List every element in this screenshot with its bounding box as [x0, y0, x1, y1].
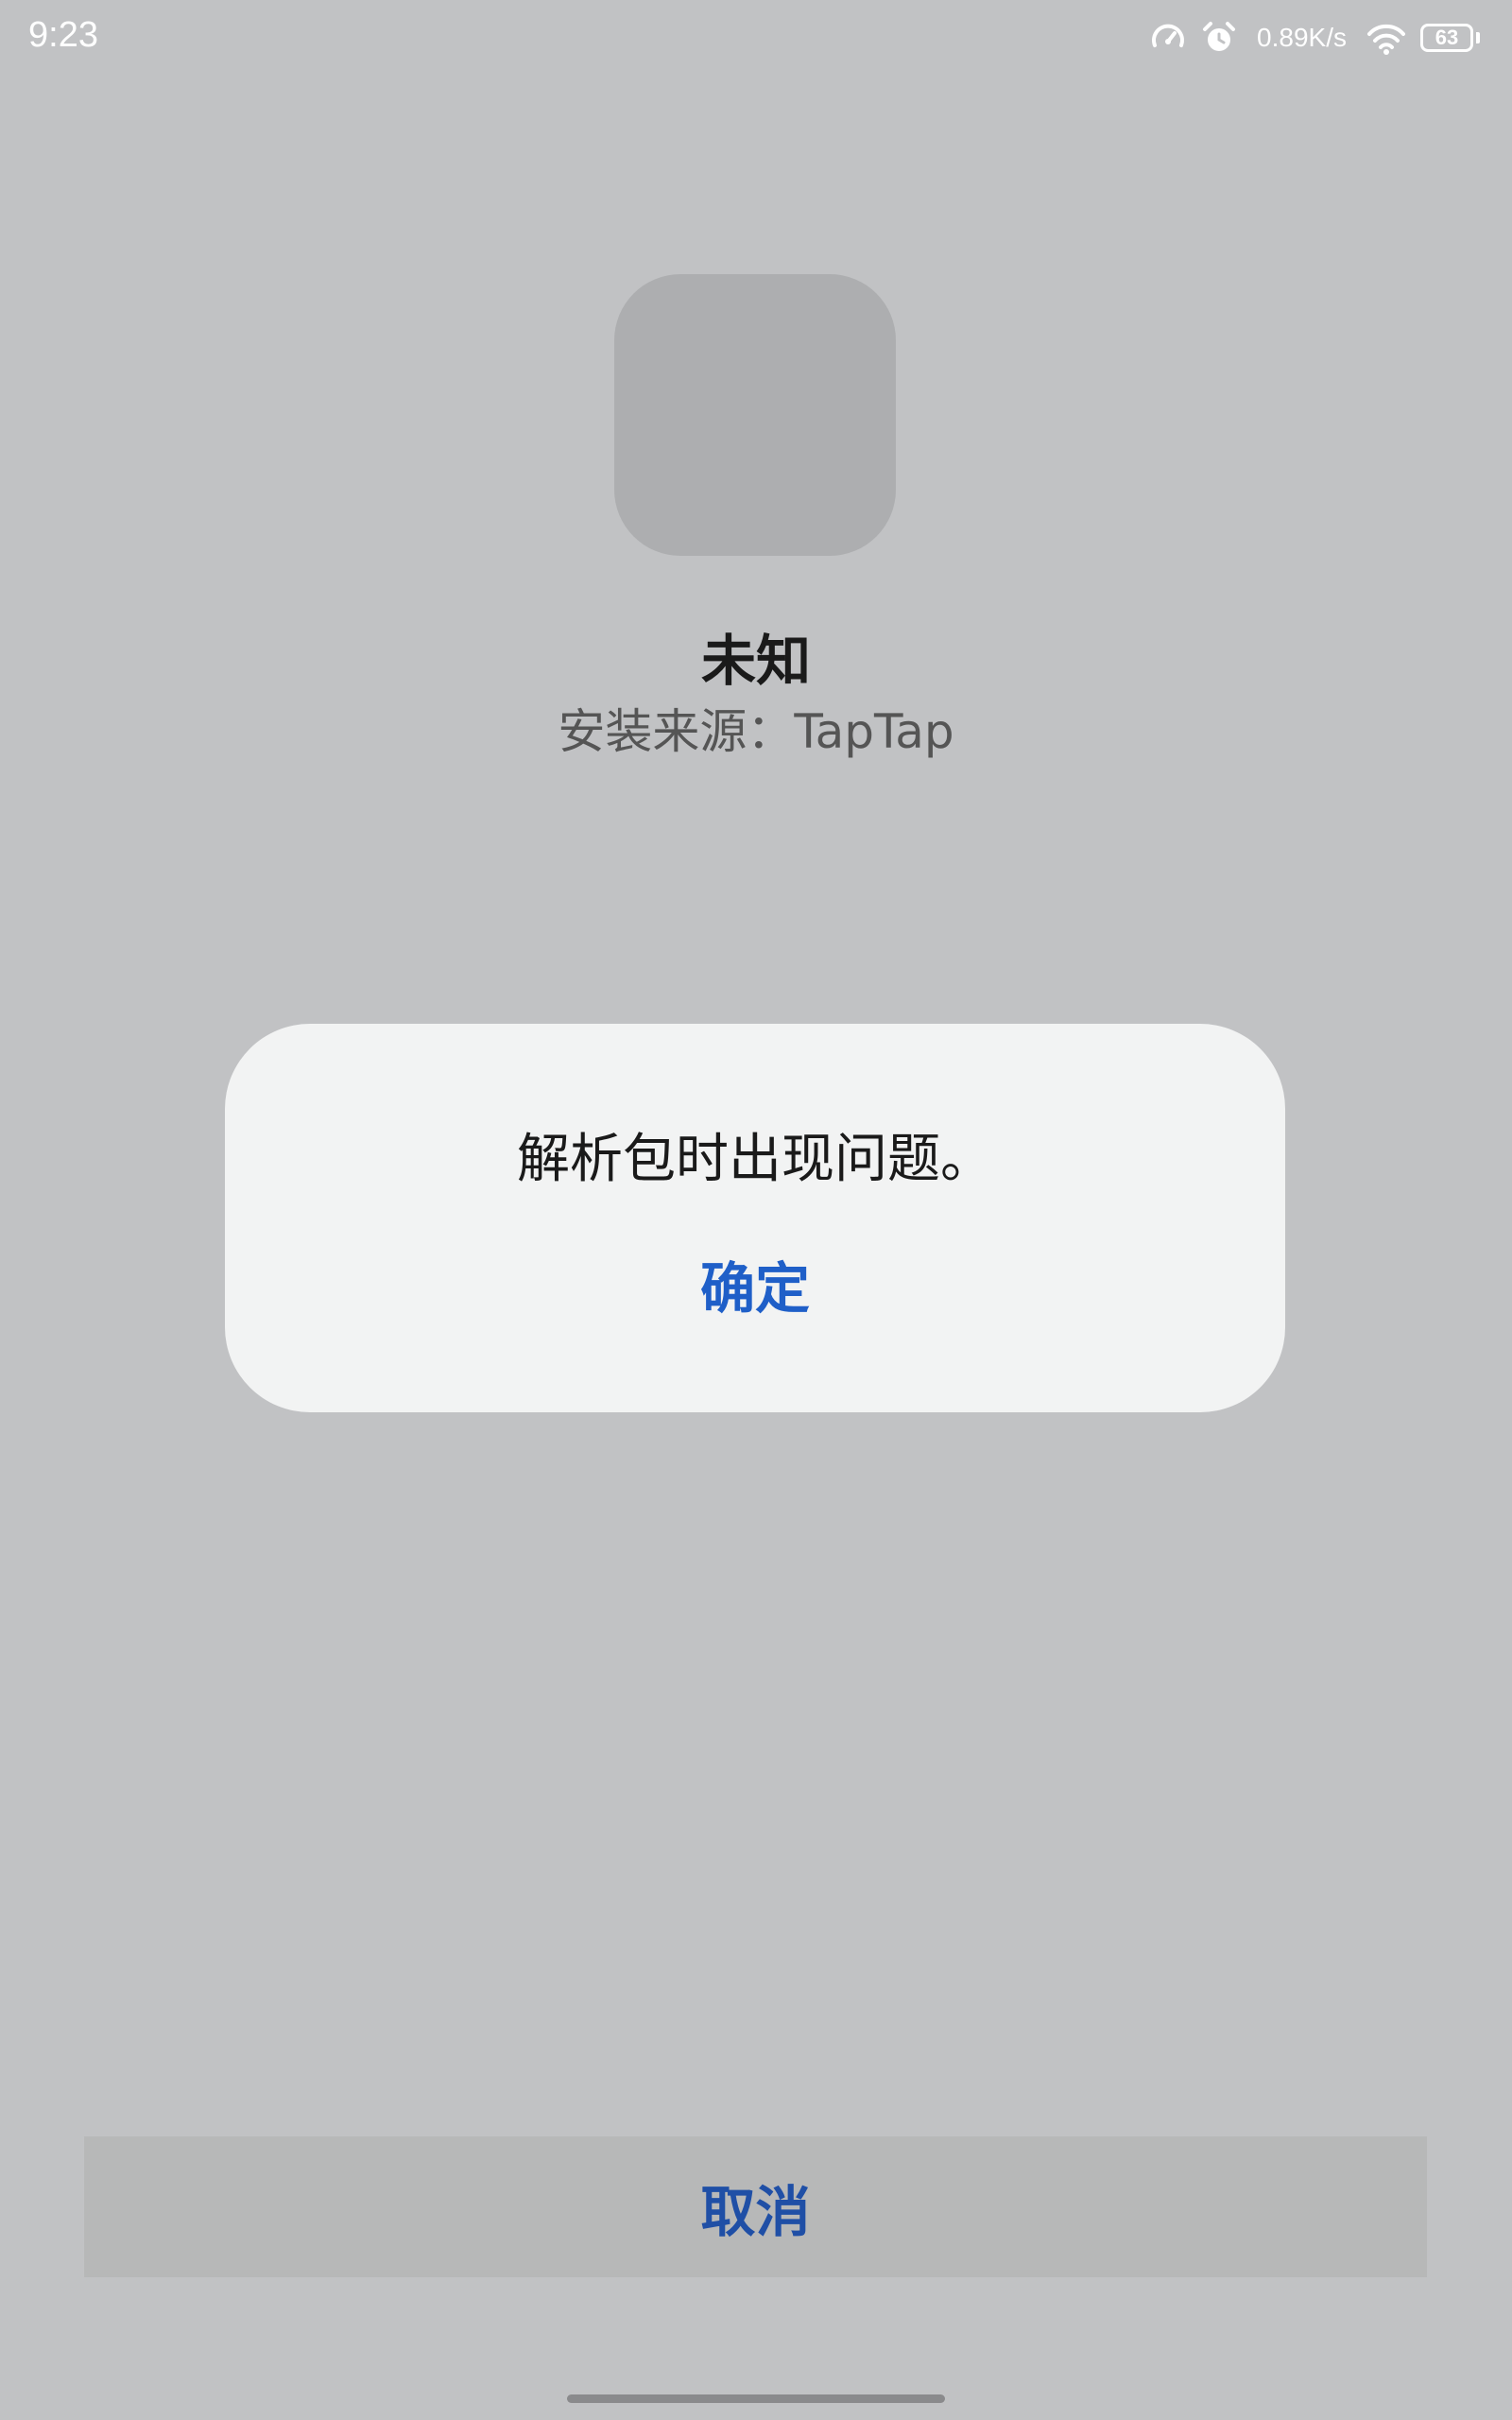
network-speed: 0.89K/s	[1257, 23, 1347, 52]
error-dialog: 解析包时出现问题。 确定	[225, 1024, 1285, 1412]
wifi-icon	[1367, 24, 1405, 55]
confirm-button[interactable]: 确定	[661, 1251, 850, 1326]
home-indicator[interactable]	[567, 2394, 945, 2403]
dialog-message: 解析包时出现问题。	[517, 1129, 993, 1190]
status-icons: 0.89K/s 63	[1149, 17, 1480, 59]
install-source: 安装来源：TapTap	[558, 704, 954, 759]
battery-tip	[1476, 32, 1480, 43]
cancel-button-label: 取消	[700, 2179, 811, 2244]
app-name: 未知	[700, 629, 811, 693]
battery-icon: 63	[1420, 24, 1473, 52]
status-bar: 9:23 0.89K/s 63	[0, 0, 1512, 76]
cancel-button[interactable]: 取消	[84, 2136, 1427, 2277]
app-icon-placeholder	[614, 274, 896, 556]
status-time: 9:23	[28, 15, 98, 55]
alarm-icon	[1203, 22, 1236, 51]
speedometer-icon	[1152, 24, 1185, 47]
battery-level: 63	[1435, 26, 1459, 49]
